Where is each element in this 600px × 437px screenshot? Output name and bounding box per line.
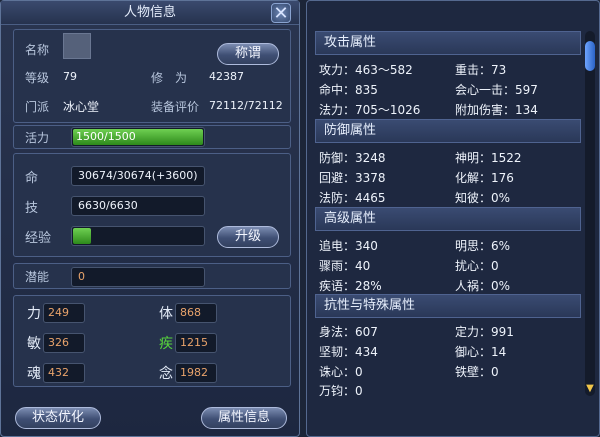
attr-name-strength: 力 (27, 306, 41, 322)
stat-attack-power: 攻力：463～582 (319, 63, 413, 77)
stat-heart-strike: 诛心：0 (319, 365, 363, 379)
name-value-blurred (63, 33, 91, 59)
stat-tenacity: 坚韧：434 (319, 345, 378, 359)
stat-iron-wall: 铁壁：0 (455, 365, 499, 379)
gear-score-value: 72112/72112 (209, 99, 283, 112)
stat-dissolve: 化解：176 (455, 171, 514, 185)
stat-magic-defense: 法防：4465 (319, 191, 386, 205)
stat-critical: 会心一击：597 (455, 83, 538, 97)
attr-value-mind: 1982 (175, 363, 217, 383)
stat-heavy-hit: 重击：73 (455, 63, 507, 77)
skill-value: 6630/6630 (71, 196, 205, 216)
attr-name-swiftness: 疾 (159, 336, 173, 352)
attr-name-mind: 念 (159, 366, 173, 382)
nickname-button[interactable]: 称谓 (217, 43, 279, 65)
close-icon[interactable]: ✕ (271, 3, 291, 24)
attr-value-swiftness: 1215 (175, 333, 217, 353)
stat-insight: 知彼：0% (455, 191, 511, 205)
attack-section-header: 攻击属性 (315, 31, 581, 55)
stat-mind-guard: 御心：14 (455, 345, 507, 359)
stat-evasion: 回避：3378 (319, 171, 386, 185)
character-info-panel: 人物信息 ✕ 名称 称谓 等级 79 修 为 42387 门派 冰心堂 装备评价… (0, 0, 300, 437)
attribute-scroll-area[interactable]: 攻击属性 攻力：463～582 重击：73 命中：835 会心一击：597 法力… (315, 31, 581, 396)
stat-clarity: 明思：6% (455, 239, 511, 253)
name-label: 名称 (25, 43, 50, 57)
exp-bar (71, 226, 205, 246)
advanced-section-header: 高级属性 (315, 207, 581, 231)
cultivation-label: 修 为 (151, 71, 188, 85)
vitality-value: 1500/1500 (76, 130, 136, 143)
gear-score-label: 装备评价 (151, 100, 200, 114)
hp-value: 30674/30674(+3600) (71, 166, 205, 186)
attribute-detail-panel: 攻击属性 攻力：463～582 重击：73 命中：835 会心一击：597 法力… (306, 0, 600, 437)
cultivation-value: 42387 (209, 70, 244, 83)
stat-downpour: 骤雨：40 (319, 259, 371, 273)
defense-section-header: 防御属性 (315, 119, 581, 143)
vitality-label: 活力 (25, 131, 50, 145)
attr-value-soul: 432 (43, 363, 85, 383)
attr-value-agility: 326 (43, 333, 85, 353)
stat-defense: 防御：3248 (319, 151, 386, 165)
stat-calamity: 人祸：0% (455, 279, 511, 293)
exp-label: 经验 (25, 231, 52, 246)
upgrade-button[interactable]: 升级 (217, 226, 279, 248)
attr-value-constitution: 868 (175, 303, 217, 323)
vitality-bar: 1500/1500 (71, 127, 205, 147)
attr-name-soul: 魂 (27, 366, 41, 382)
stat-disturb: 扰心：0 (455, 259, 499, 273)
level-label: 等级 (25, 71, 50, 85)
stat-swift-speech: 疾语：28% (319, 279, 382, 293)
attr-value-strength: 249 (43, 303, 85, 323)
stat-magic-power: 法力：705～1026 (319, 103, 421, 117)
window-title: 人物信息 (1, 1, 299, 25)
status-optimize-button[interactable]: 状态优化 (15, 407, 101, 429)
stat-composure: 定力：991 (455, 325, 514, 339)
stat-thousand-weight: 万钧：0 (319, 384, 363, 396)
attr-name-constitution: 体 (159, 306, 173, 322)
attr-name-agility: 敏 (27, 336, 41, 352)
stat-divinity: 神明：1522 (455, 151, 522, 165)
stat-lightning: 追电：340 (319, 239, 378, 253)
level-value: 79 (63, 70, 77, 83)
stat-extra-damage: 附加伤害：134 (455, 103, 538, 117)
potential-value: 0 (71, 267, 205, 287)
scroll-down-icon[interactable]: ▼ (585, 384, 595, 394)
sect-label: 门派 (25, 100, 50, 114)
hp-label: 命 (25, 171, 39, 186)
exp-bar-fill (73, 228, 92, 244)
sect-value: 冰心堂 (63, 100, 100, 114)
potential-label: 潜能 (25, 270, 50, 284)
attribute-info-button[interactable]: 属性信息 (201, 407, 287, 429)
skill-label: 技 (25, 201, 39, 216)
stat-agility-move: 身法：607 (319, 325, 378, 339)
stat-accuracy: 命中：835 (319, 83, 378, 97)
scroll-thumb[interactable] (585, 41, 595, 71)
scrollbar[interactable]: ▼ (585, 31, 595, 396)
resist-section-header: 抗性与特殊属性 (315, 294, 581, 318)
